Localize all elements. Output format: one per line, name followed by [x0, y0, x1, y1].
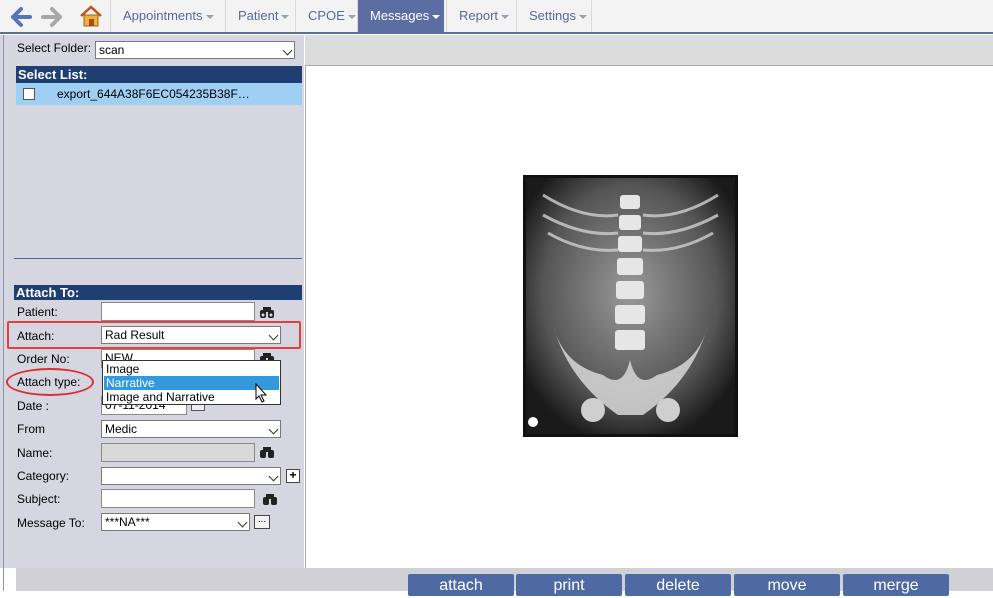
home-icon[interactable] [78, 3, 104, 29]
from-value: Medic [105, 422, 138, 436]
menu-patient[interactable]: Patient [225, 0, 295, 32]
list-item-name: export_644A38F6EC054235B38F… [57, 87, 250, 101]
folder-select[interactable]: scan [95, 41, 295, 59]
order-no-label: Order No: [17, 352, 70, 366]
list-item-checkbox[interactable] [23, 88, 35, 100]
more-options-button[interactable]: ... [254, 515, 270, 529]
divider [14, 258, 302, 259]
binoculars-icon[interactable] [259, 305, 275, 319]
delete-button[interactable]: delete [625, 574, 731, 596]
xray-image [523, 175, 738, 437]
menu-appointments[interactable]: Appointments [110, 0, 225, 32]
menu-cpoe[interactable]: CPOE [295, 0, 357, 32]
chevron-down-icon [268, 424, 279, 435]
from-label: From [17, 422, 45, 436]
annotation-highlight-box [7, 321, 301, 349]
add-category-button[interactable]: + [286, 469, 300, 483]
attach-button[interactable]: attach [408, 574, 514, 596]
from-select[interactable]: Medic [101, 420, 281, 438]
mouse-cursor-icon [255, 383, 268, 403]
name-label: Name: [17, 446, 53, 460]
select-list-header: Select List: [16, 66, 302, 83]
binoculars-icon[interactable] [262, 492, 278, 506]
chevron-down-icon [268, 471, 279, 482]
message-to-label: Message To: [17, 516, 85, 530]
print-button[interactable]: print [516, 574, 622, 596]
folder-label: Select Folder: [17, 41, 92, 55]
attach-type-option[interactable]: Image and Narrative [104, 390, 279, 404]
message-to-select[interactable]: ***NA*** [101, 513, 250, 531]
top-nav-bar: Appointments Patient CPOE Messages Repor… [0, 0, 993, 34]
attach-type-option[interactable]: Image [104, 362, 279, 376]
chevron-down-icon [282, 45, 293, 56]
viewer-toolbar [305, 35, 993, 65]
list-item[interactable]: export_644A38F6EC054235B38F… [16, 83, 302, 105]
folder-value: scan [99, 43, 125, 57]
menu-messages[interactable]: Messages [357, 0, 444, 32]
merge-button[interactable]: merge [843, 574, 949, 596]
back-arrow-icon[interactable] [10, 6, 32, 28]
panel-border [3, 35, 4, 591]
category-label: Category: [17, 469, 70, 483]
annotation-highlight-oval [6, 368, 94, 396]
date-label: Date : [17, 399, 50, 413]
message-to-value: ***NA*** [105, 515, 150, 529]
patient-field[interactable] [101, 302, 255, 321]
category-select[interactable] [101, 467, 281, 485]
attach-to-header: Attach To: [14, 285, 302, 300]
attach-type-option-selected[interactable]: Narrative [104, 376, 279, 390]
forward-arrow-icon[interactable] [41, 6, 63, 28]
subject-label: Subject: [17, 492, 61, 506]
move-button[interactable]: move [734, 574, 840, 596]
binoculars-icon[interactable] [259, 445, 275, 459]
menu-report[interactable]: Report [446, 0, 516, 32]
chevron-down-icon [237, 517, 248, 528]
name-field[interactable] [101, 443, 255, 462]
patient-label: Patient: [17, 305, 58, 319]
menu-settings[interactable]: Settings [516, 0, 592, 32]
subject-field[interactable] [101, 489, 255, 508]
